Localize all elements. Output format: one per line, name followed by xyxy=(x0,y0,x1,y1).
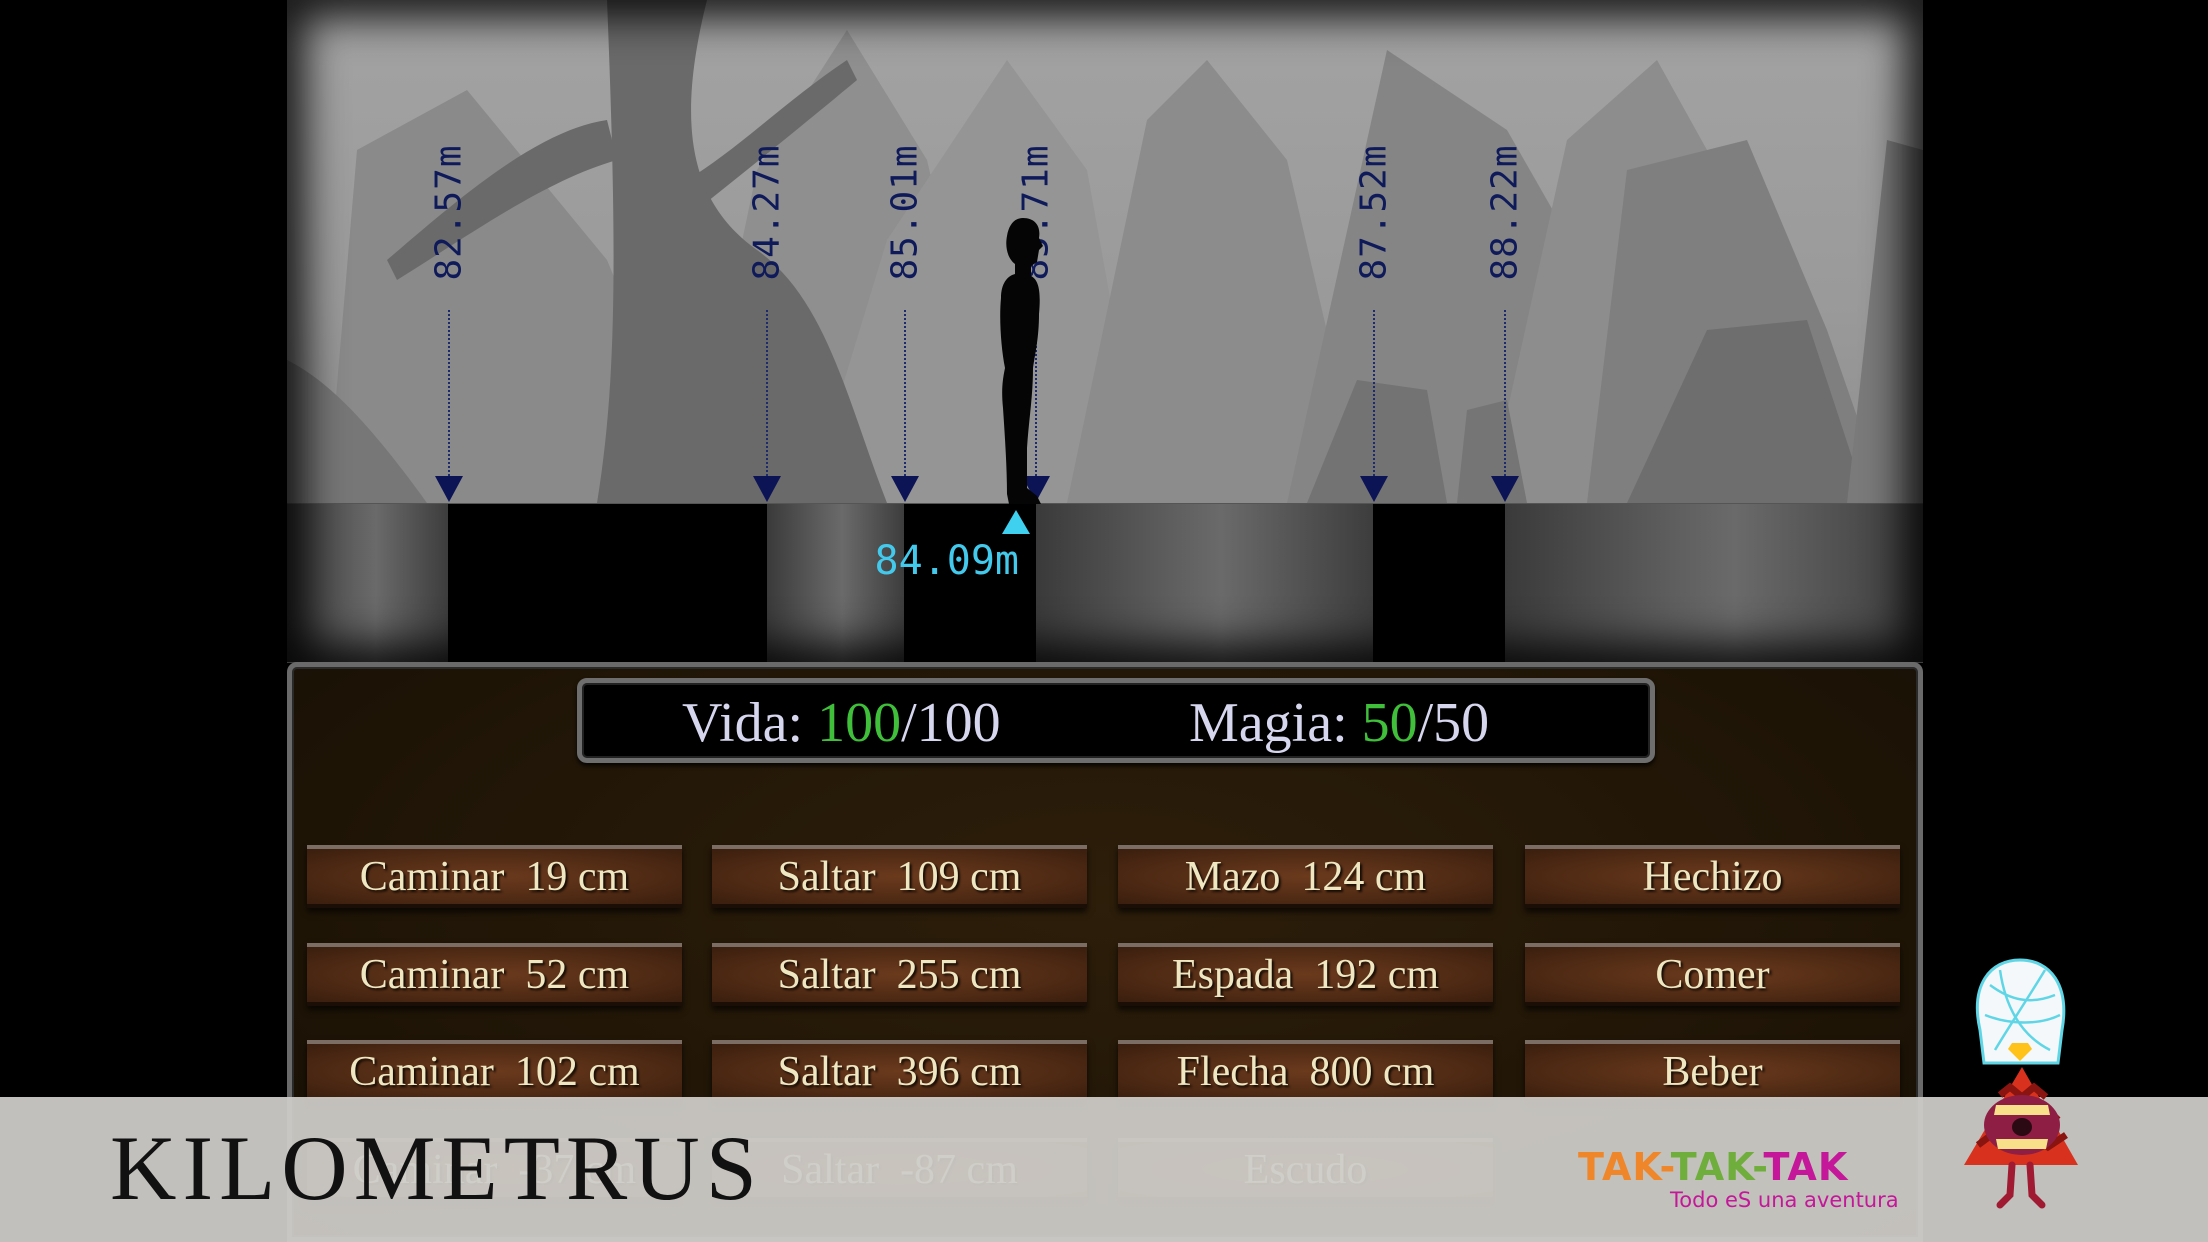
arrow-down-icon xyxy=(1360,476,1388,502)
marker-label: 85.01m xyxy=(884,143,926,281)
arrow-down-icon xyxy=(753,476,781,502)
marker-dotted-line xyxy=(1373,310,1375,476)
distance-marker: 87.52m xyxy=(1353,0,1395,503)
game-viewport: 82.57m 84.27m 85.01m 85.71m 87.52m 88.22… xyxy=(287,0,1923,1242)
logo-tagline: Todo eS una aventura xyxy=(1670,1188,1899,1212)
action-button-saltar-255[interactable]: Saltar 255 cm xyxy=(712,943,1087,1006)
forest-background xyxy=(287,0,1923,503)
action-button-saltar-396[interactable]: Saltar 396 cm xyxy=(712,1040,1087,1103)
marker-dotted-line xyxy=(1504,310,1506,476)
ground-block xyxy=(1505,504,1923,663)
distance-marker: 88.22m xyxy=(1484,0,1526,503)
logo-part: TAK- xyxy=(1578,1145,1671,1189)
action-button-caminar-52[interactable]: Caminar 52 cm xyxy=(307,943,682,1006)
distance-marker: 82.57m xyxy=(428,0,470,503)
magia-stat: Magia: 50/50 xyxy=(1189,691,1489,755)
marker-dotted-line xyxy=(766,310,768,476)
player-position-readout: 84.09m xyxy=(874,538,1020,584)
vida-label: Vida: xyxy=(682,692,818,754)
distance-marker: 85.01m xyxy=(884,0,926,503)
logo-wordmark: TAK-TAK-TAK xyxy=(1578,1148,1899,1186)
action-button-caminar-19[interactable]: Caminar 19 cm xyxy=(307,845,682,908)
marker-label: 82.57m xyxy=(428,143,470,281)
action-button-espada[interactable]: Espada 192 cm xyxy=(1118,943,1493,1006)
ground-track xyxy=(287,503,1923,663)
tak-tak-tak-logo: TAK-TAK-TAK Todo eS una aventura xyxy=(1578,1148,1899,1212)
arrow-down-icon xyxy=(435,476,463,502)
arrow-down-icon xyxy=(891,476,919,502)
stats-bar: Vida: 100/100 Magia: 50/50 xyxy=(577,678,1655,763)
magia-current: 50 xyxy=(1361,692,1418,754)
marker-dotted-line xyxy=(904,310,906,476)
distance-marker: 84.27m xyxy=(746,0,788,503)
vida-stat: Vida: 100/100 xyxy=(682,691,1001,755)
action-button-comer[interactable]: Comer xyxy=(1525,943,1900,1006)
action-button-flecha[interactable]: Flecha 800 cm xyxy=(1118,1040,1493,1103)
magia-max: /50 xyxy=(1417,692,1490,754)
ground-block xyxy=(1036,504,1373,663)
marker-label: 84.27m xyxy=(746,143,788,281)
action-button-hechizo[interactable]: Hechizo xyxy=(1525,845,1900,908)
player-position-pointer-icon xyxy=(1002,510,1030,534)
player-silhouette xyxy=(1000,218,1043,504)
vida-max: /100 xyxy=(901,692,1001,754)
marker-label: 88.22m xyxy=(1484,143,1526,281)
marker-label: 87.52m xyxy=(1353,143,1395,281)
action-button-beber[interactable]: Beber xyxy=(1525,1040,1900,1103)
vida-current: 100 xyxy=(817,692,902,754)
arrow-down-icon xyxy=(1491,476,1519,502)
action-button-mazo[interactable]: Mazo 124 cm xyxy=(1118,845,1493,908)
magia-label: Magia: xyxy=(1189,692,1362,754)
logo-part: TAK- xyxy=(1670,1145,1764,1189)
action-button-saltar-109[interactable]: Saltar 109 cm xyxy=(712,845,1087,908)
ground-block xyxy=(287,504,448,663)
action-button-caminar-102[interactable]: Caminar 102 cm xyxy=(307,1040,682,1103)
forest-scene xyxy=(287,0,1923,503)
logo-part: TAK xyxy=(1763,1145,1849,1189)
marker-dotted-line xyxy=(448,310,450,476)
video-title: KILOMETRUS xyxy=(110,1117,763,1219)
turban-triangle-mascot-icon xyxy=(1964,958,2078,1209)
